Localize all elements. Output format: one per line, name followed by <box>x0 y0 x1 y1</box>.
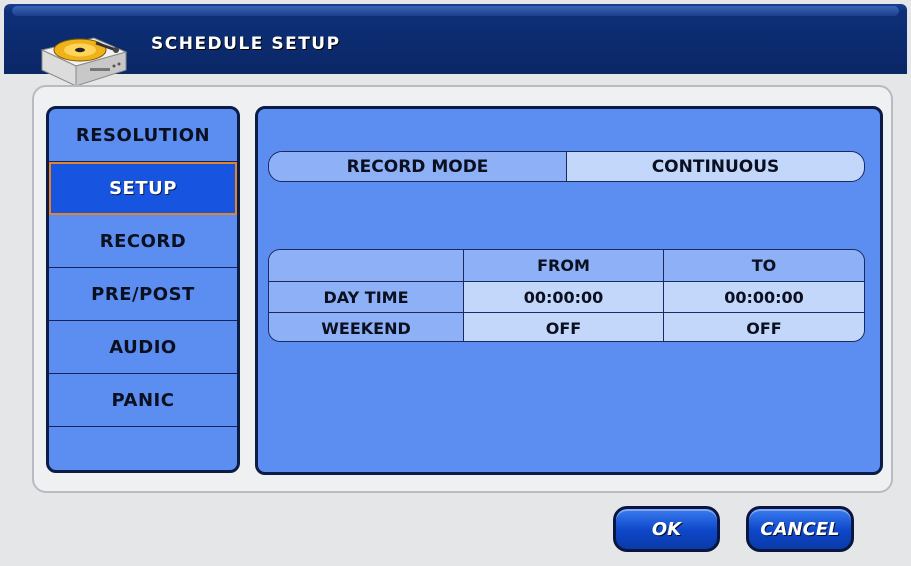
sidebar: RESOLUTION SETUP RECORD PRE/POST AUDIO P… <box>46 106 240 473</box>
sidebar-item-label: SETUP <box>109 178 177 199</box>
schedule-header-to: TO <box>664 250 864 281</box>
sidebar-item-pre-post[interactable]: PRE/POST <box>49 268 237 321</box>
sidebar-item-resolution[interactable]: RESOLUTION <box>49 109 237 162</box>
weekend-to-field[interactable]: OFF <box>664 313 864 341</box>
disc-recorder-icon <box>40 37 128 87</box>
weekend-from-field[interactable]: OFF <box>464 313 664 341</box>
sidebar-item-label: RECORD <box>99 230 187 252</box>
title-bar <box>4 4 907 74</box>
sidebar-item-panic[interactable]: PANIC <box>49 374 237 427</box>
day-time-to-field[interactable]: 00:00:00 <box>664 282 864 312</box>
day-time-from-field[interactable]: 00:00:00 <box>464 282 664 312</box>
window-title: SCHEDULE SETUP <box>151 34 341 54</box>
schedule-header-row: FROM TO <box>269 250 864 281</box>
sidebar-item-label: PANIC <box>111 389 175 411</box>
ok-button[interactable]: OK <box>613 506 720 552</box>
sidebar-item-setup[interactable]: SETUP <box>49 162 237 215</box>
table-row: DAY TIME 00:00:00 00:00:00 <box>269 281 864 312</box>
schedule-header-blank <box>269 250 464 281</box>
weekend-label: WEEKEND <box>269 313 464 341</box>
table-row: WEEKEND OFF OFF <box>269 312 864 341</box>
sidebar-item-empty <box>49 427 237 470</box>
sidebar-item-label: AUDIO <box>109 336 177 358</box>
record-mode-row: RECORD MODE CONTINUOUS <box>268 151 865 182</box>
record-mode-label: RECORD MODE <box>269 152 567 181</box>
title-bar-highlight <box>12 6 899 16</box>
schedule-table: FROM TO DAY TIME 00:00:00 00:00:00 WEEKE… <box>268 249 865 342</box>
sidebar-item-label: PRE/POST <box>91 283 195 305</box>
record-mode-select[interactable]: CONTINUOUS <box>567 152 864 181</box>
schedule-header-from: FROM <box>464 250 664 281</box>
day-time-label: DAY TIME <box>269 282 464 312</box>
cancel-button[interactable]: CANCEL <box>746 506 854 552</box>
sidebar-item-record[interactable]: RECORD <box>49 215 237 268</box>
sidebar-item-audio[interactable]: AUDIO <box>49 321 237 374</box>
sidebar-item-label: RESOLUTION <box>75 124 211 146</box>
